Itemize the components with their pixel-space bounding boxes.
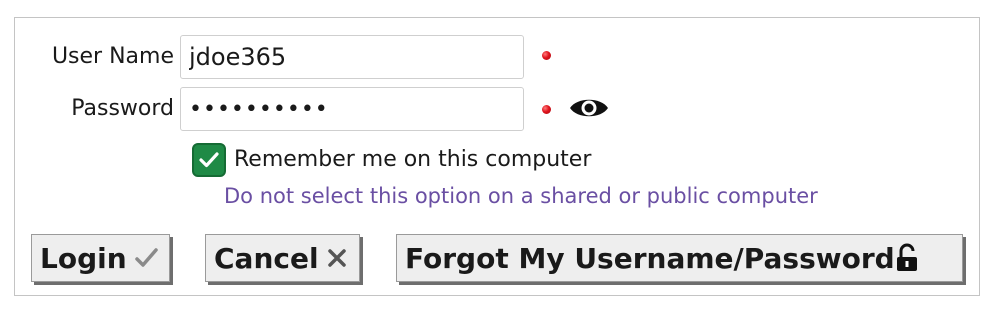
forgot-credentials-button[interactable]: Forgot My Username/Password [396,234,963,282]
unlock-icon [895,243,921,273]
remember-me-checkbox[interactable] [192,143,226,177]
login-button-label: Login [40,241,127,275]
shared-computer-hint: Do not select this option on a shared or… [224,184,818,208]
password-input[interactable]: •••••••••• [180,87,524,131]
required-dot-icon [542,51,551,60]
password-value: •••••••••• [189,96,329,122]
cancel-button[interactable]: Cancel [205,234,360,282]
cancel-button-label: Cancel [214,241,319,275]
eye-icon[interactable] [568,92,610,124]
checkmark-icon [199,152,219,168]
close-icon [325,246,349,270]
required-dot-icon [542,105,551,114]
username-label: User Name [51,44,174,69]
login-button[interactable]: Login [31,234,170,282]
checkmark-icon [133,245,159,271]
username-input[interactable] [180,35,524,79]
password-label: Password [71,96,174,121]
forgot-button-label: Forgot My Username/Password [405,241,895,275]
remember-me-label[interactable]: Remember me on this computer [234,147,591,172]
